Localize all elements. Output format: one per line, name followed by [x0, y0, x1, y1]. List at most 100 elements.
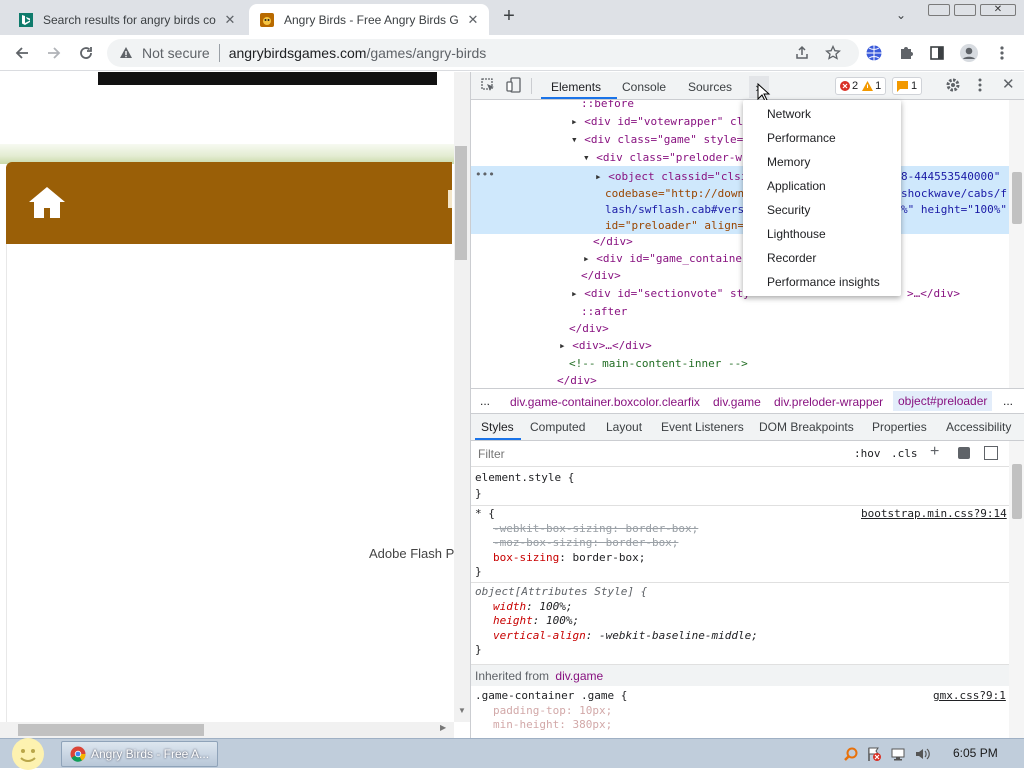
menu-item-memory[interactable]: Memory	[767, 152, 810, 172]
profile-button[interactable]	[957, 41, 981, 65]
tab-search-results[interactable]: Search results for angry birds co ✕	[8, 4, 246, 35]
menu-item-performance-insights[interactable]: Performance insights	[767, 272, 880, 292]
tray-flag-icon[interactable]	[866, 746, 882, 765]
scroll-down-arrow-icon[interactable]: ▼	[454, 706, 470, 718]
back-button[interactable]	[10, 41, 34, 65]
toggle-sidebar-icon[interactable]	[984, 446, 998, 460]
dom-line[interactable]: ▾ <div class="game" style="	[571, 131, 750, 148]
close-devtools-button[interactable]: ✕	[1002, 75, 1015, 93]
tab-accessibility[interactable]: Accessibility	[946, 414, 1011, 440]
tab-close-icon[interactable]: ✕	[220, 12, 240, 28]
devtools-tab-elements[interactable]: Elements	[551, 76, 601, 98]
close-window-button[interactable]: ✕	[980, 4, 1016, 16]
rule-element-style[interactable]: element.style { }	[475, 470, 574, 502]
dom-line[interactable]: ▾ <div class="preloder-wra	[583, 149, 755, 166]
dom-line[interactable]: </div>	[593, 233, 633, 250]
device-toolbar-button[interactable]	[506, 77, 522, 93]
breadcrumb-item-selected[interactable]: object#preloader	[893, 391, 993, 411]
property[interactable]: box-sizing: border-box;	[475, 551, 698, 566]
tab-layout[interactable]: Layout	[606, 414, 642, 440]
breadcrumb-item[interactable]: div.preloder-wrapper	[774, 395, 883, 409]
vpn-extension-button[interactable]	[862, 41, 886, 65]
dom-line[interactable]: </div>	[557, 372, 597, 388]
menu-item-application[interactable]: Application	[767, 176, 826, 196]
tab-styles[interactable]: Styles	[481, 414, 514, 440]
tab-computed[interactable]: Computed	[530, 414, 585, 440]
new-style-rule-icon[interactable]: +	[930, 443, 939, 461]
issue-counters[interactable]: 2 1	[835, 77, 887, 95]
property-strikethrough[interactable]: -moz-box-sizing: border-box;	[475, 536, 698, 551]
inspect-element-button[interactable]	[480, 77, 496, 93]
minimize-button[interactable]	[928, 4, 950, 16]
dom-tree-scrollbar[interactable]	[1009, 100, 1024, 388]
dom-line[interactable]: </div>	[581, 267, 621, 284]
address-bar[interactable]: Not secure angrybirdsgames.com/games/ang…	[107, 39, 859, 67]
dom-line[interactable]: ::after	[581, 303, 627, 320]
start-button[interactable]	[10, 736, 46, 772]
property-strikethrough[interactable]: -webkit-box-sizing: border-box;	[475, 522, 698, 537]
rule-source-link[interactable]: gmx.css?9:1	[933, 689, 1006, 702]
property[interactable]: width: 100%;	[475, 600, 758, 615]
menu-item-performance[interactable]: Performance	[767, 128, 836, 148]
devtools-tab-console[interactable]: Console	[622, 76, 666, 98]
page-horizontal-scroll-thumb[interactable]	[18, 724, 204, 736]
new-tab-button[interactable]: +	[498, 6, 520, 28]
menu-item-security[interactable]: Security	[767, 200, 810, 220]
tab-event-listeners[interactable]: Event Listeners	[661, 414, 744, 440]
breadcrumb-item[interactable]: div.game	[713, 395, 761, 409]
inherited-selector-link[interactable]: div.game	[555, 669, 603, 683]
rule-source-link[interactable]: bootstrap.min.css?9:14	[861, 507, 1007, 520]
tab-search-chevron-icon[interactable]: ⌄	[896, 8, 906, 22]
property-inactive[interactable]: min-height: 380px;	[475, 718, 627, 733]
taskbar-chrome-task[interactable]: Angry Birds - Free A...	[61, 741, 218, 767]
styles-scroll-thumb[interactable]	[1012, 464, 1022, 519]
menu-item-recorder[interactable]: Recorder	[767, 248, 816, 268]
dom-line[interactable]: ▸ <div id="game_container	[583, 250, 749, 267]
dom-line[interactable]: </div>	[569, 320, 609, 337]
hov-toggle[interactable]: :hov	[854, 447, 881, 460]
property-inactive[interactable]: padding-top: 10px;	[475, 704, 627, 719]
rule-game-container[interactable]: .game-container .game { padding-top: 10p…	[475, 689, 627, 733]
extensions-button[interactable]	[894, 41, 918, 65]
tab-close-icon[interactable]: ✕	[463, 12, 483, 28]
menu-item-network[interactable]: Network	[767, 104, 811, 124]
rule-star[interactable]: * { -webkit-box-sizing: border-box; -moz…	[475, 507, 698, 580]
restore-button[interactable]	[954, 4, 976, 16]
node-ellipsis-icon[interactable]: •••	[475, 168, 495, 181]
tray-search-icon[interactable]	[843, 746, 859, 765]
dom-line[interactable]: ▸ <div id="sectionvote" sty	[571, 285, 750, 302]
rule-object-attributes[interactable]: object[Attributes Style] { width: 100%; …	[475, 585, 758, 658]
breadcrumb-ellipsis[interactable]: ...	[1003, 394, 1013, 408]
chrome-menu-button[interactable]	[990, 41, 1014, 65]
tab-angry-birds[interactable]: Angry Birds - Free Angry Birds G ✕	[249, 4, 489, 35]
dom-line[interactable]: ▸ <div>…</div>	[559, 337, 652, 354]
menu-item-lighthouse[interactable]: Lighthouse	[767, 224, 826, 244]
forward-button[interactable]	[42, 41, 66, 65]
element-state-icon[interactable]	[958, 447, 970, 459]
dom-line[interactable]: ::before	[581, 100, 634, 112]
devtools-settings-button[interactable]	[945, 77, 961, 96]
dom-tree-scroll-thumb[interactable]	[1012, 172, 1022, 224]
share-button[interactable]	[790, 41, 814, 65]
property[interactable]: height: 100%;	[475, 614, 758, 629]
devtools-menu-button[interactable]	[978, 77, 982, 96]
tray-volume-icon[interactable]	[914, 746, 930, 765]
styles-filter-input[interactable]	[475, 444, 845, 464]
dom-line-selected[interactable]: ▸ <object classid="clsi	[595, 168, 747, 185]
scroll-right-arrow-icon[interactable]: ▶	[440, 723, 452, 735]
property[interactable]: vertical-align: -webkit-baseline-middle;	[475, 629, 758, 644]
tray-clock[interactable]: 6:05 PM	[953, 746, 998, 760]
reload-button[interactable]	[74, 41, 98, 65]
side-panel-button[interactable]	[925, 41, 949, 65]
tab-properties[interactable]: Properties	[872, 414, 927, 440]
tray-network-icon[interactable]	[890, 746, 906, 765]
dom-line[interactable]: ▸ <div id="votewrapper" cla	[571, 113, 750, 130]
tab-dom-breakpoints[interactable]: DOM Breakpoints	[759, 414, 854, 440]
security-label[interactable]: Not secure	[142, 45, 210, 61]
cls-toggle[interactable]: .cls	[891, 447, 918, 460]
breadcrumb-item[interactable]: div.game-container.boxcolor.clearfix	[510, 395, 700, 409]
dom-line[interactable]: <!-- main-content-inner -->	[569, 355, 748, 372]
page-vertical-scroll-thumb[interactable]	[455, 146, 467, 260]
devtools-tab-sources[interactable]: Sources	[688, 76, 732, 98]
issues-counter[interactable]: 1	[892, 77, 923, 95]
